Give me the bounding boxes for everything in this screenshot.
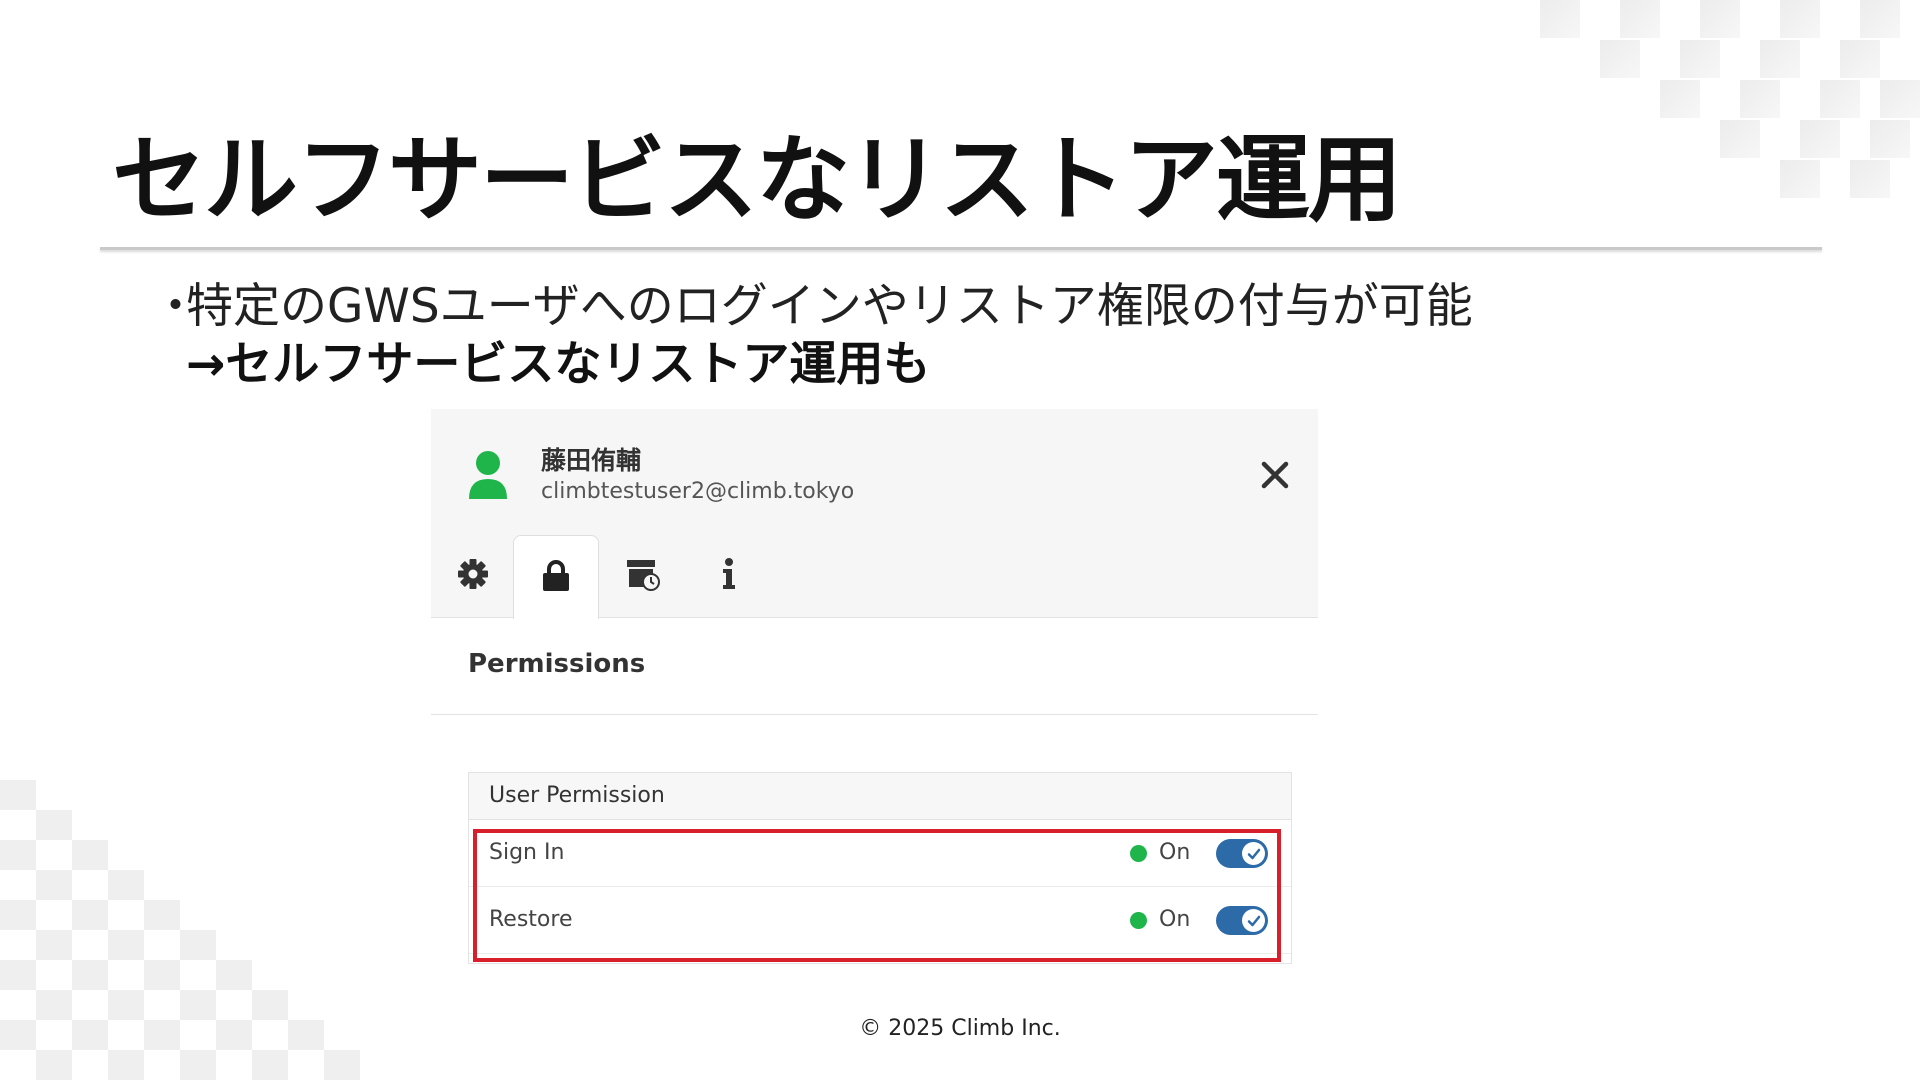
user-icon bbox=[467, 449, 509, 501]
title-divider bbox=[100, 247, 1822, 250]
tab-permissions[interactable] bbox=[513, 535, 599, 619]
user-name: 藤田侑輔 bbox=[541, 446, 642, 475]
copyright-footer: © 2025 Climb Inc. bbox=[859, 1016, 1061, 1041]
tab-bar bbox=[431, 535, 1318, 619]
tab-info[interactable] bbox=[687, 535, 771, 617]
slide-title: セルフサービスなリストア運用 bbox=[112, 126, 1402, 235]
permission-table-header: User Permission bbox=[469, 773, 1291, 820]
user-email: climbtestuser2@climb.tokyo bbox=[541, 479, 855, 504]
bullet-text: ・特定のGWSユーザへのログインやリストア権限の付与が可能 →セルフサービスなリ… bbox=[152, 278, 1652, 394]
decorative-pattern-top-right bbox=[1540, 0, 1920, 215]
section-divider bbox=[431, 714, 1318, 715]
bullet-line-2: →セルフサービスなリストア運用も bbox=[186, 337, 931, 392]
close-icon[interactable] bbox=[1257, 457, 1293, 493]
info-icon bbox=[719, 558, 739, 594]
highlight-box bbox=[473, 829, 1281, 962]
tab-settings[interactable] bbox=[431, 535, 515, 617]
bullet-line-1: 特定のGWSユーザへのログインやリストア権限の付与が可能 bbox=[186, 279, 1473, 334]
archive-clock-icon bbox=[626, 557, 660, 595]
bullet-marker: ・ bbox=[152, 279, 199, 334]
section-title: Permissions bbox=[468, 649, 646, 679]
tab-archive[interactable] bbox=[601, 535, 685, 617]
gear-icon bbox=[457, 558, 489, 594]
lock-icon bbox=[542, 559, 570, 596]
panel-header: 藤田侑輔 climbtestuser2@climb.tokyo bbox=[431, 409, 1318, 619]
